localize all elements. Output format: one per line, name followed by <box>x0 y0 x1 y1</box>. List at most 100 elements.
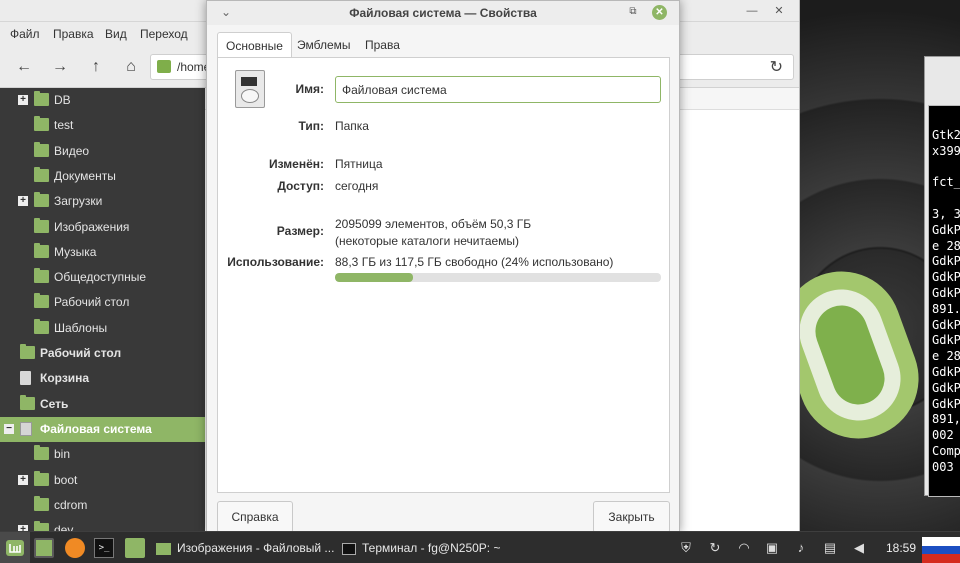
menu-file[interactable]: Файл <box>10 27 40 41</box>
sidebar-item[interactable]: Видео <box>0 139 205 164</box>
close-icon[interactable]: ✕ <box>772 4 786 18</box>
clipboard-icon[interactable]: ▤ <box>821 539 839 557</box>
help-button[interactable]: Справка <box>217 501 293 533</box>
size-label: Размер: <box>276 224 324 238</box>
sidebar-item[interactable]: Музыка <box>0 240 205 265</box>
sidebar-item[interactable]: Сеть <box>0 392 205 417</box>
files-launcher-icon[interactable] <box>125 538 145 558</box>
sidebar-item[interactable]: test <box>0 113 205 138</box>
reload-icon[interactable]: ↻ <box>770 57 783 77</box>
folder-icon <box>20 344 35 359</box>
dialog-titlebar[interactable]: ⌄ Файловая система — Свойства ⧉ ✕ <box>207 1 679 25</box>
sidebar-item-label: Загрузки <box>54 194 103 209</box>
type-value: Папка <box>335 119 369 133</box>
notifications-icon[interactable]: ♪ <box>792 539 810 557</box>
task-file-manager-label: Изображения - Файловый ... <box>177 541 335 555</box>
folder-icon <box>34 495 49 511</box>
back-icon[interactable]: ← <box>13 56 35 78</box>
up-icon[interactable]: ↑ <box>85 56 107 78</box>
sidebar-item[interactable]: + dev <box>0 518 205 531</box>
size-note: (некоторые каталоги нечитаемы) <box>335 234 520 248</box>
tab-basic[interactable]: Основные <box>217 32 292 58</box>
sidebar-item-label: Рабочий стол <box>40 346 122 360</box>
task-file-manager[interactable]: Изображения - Файловый ... <box>152 536 337 560</box>
mint-menu-icon <box>6 540 24 556</box>
display-icon[interactable]: ▣ <box>763 539 781 557</box>
terminal-line: 891, <box>932 412 960 427</box>
forward-icon[interactable]: → <box>49 56 71 78</box>
firefox-icon[interactable] <box>65 538 85 558</box>
sidebar-item[interactable]: Рабочий стол <box>0 341 205 366</box>
usage-value: 88,3 ГБ из 117,5 ГБ свободно (24% исполь… <box>335 255 614 269</box>
terminal-line: GdkP <box>932 270 960 285</box>
terminal-line: Comp <box>932 444 960 458</box>
keyboard-layout-flag-icon[interactable] <box>922 537 960 563</box>
terminal-line: Gtk2 <box>932 128 960 142</box>
folder-icon <box>34 445 49 461</box>
task-terminal[interactable]: Терминал - fg@N250P: ~ <box>340 536 505 560</box>
sidebar-item-label: Рабочий стол <box>54 295 130 310</box>
terminal-line: 3, 3 <box>932 207 960 221</box>
menu-edit[interactable]: Правка <box>53 27 94 41</box>
terminal-launcher-icon[interactable]: >_ <box>94 538 114 558</box>
terminal-line: GdkP <box>932 396 960 411</box>
sidebar-item[interactable]: Шаблоны <box>0 316 205 341</box>
terminal-output[interactable]: Gtk2 x399 fct_ 3, 3 GdkP e 28 GdkP GdkP GdkP 891.… <box>928 105 960 497</box>
menu-go[interactable]: Переход <box>140 27 188 41</box>
sidebar-item-label: test <box>54 118 74 133</box>
sidebar-item[interactable]: + boot <box>0 468 205 493</box>
clock[interactable]: 18:59 <box>886 541 916 555</box>
update-icon[interactable]: ↻ <box>706 539 724 557</box>
name-field[interactable] <box>335 76 661 103</box>
sidebar-item[interactable]: bin <box>0 442 205 467</box>
sidebar-item-label: DB <box>54 93 71 107</box>
folder-icon <box>34 217 49 233</box>
show-desktop-icon[interactable] <box>34 538 54 558</box>
tab-permissions[interactable]: Права <box>357 32 408 58</box>
sidebar-item[interactable]: + DB <box>0 88 205 113</box>
minimize-icon[interactable]: — <box>745 4 759 18</box>
folder-icon <box>34 318 49 334</box>
menu-view[interactable]: Вид <box>105 27 127 41</box>
sidebar-item[interactable]: cdrom <box>0 493 205 518</box>
terminal-window[interactable]: Gtk2 x399 fct_ 3, 3 GdkP e 28 GdkP GdkP GdkP 891.… <box>924 56 960 497</box>
menu-button[interactable] <box>0 532 30 563</box>
sidebar-item-label: Корзина <box>40 371 90 386</box>
close-button[interactable]: Закрыть <box>593 501 670 533</box>
volume-icon[interactable]: ◀ <box>850 539 868 557</box>
wifi-icon[interactable]: ◠ <box>735 539 753 557</box>
sidebar-item-label: Музыка <box>54 244 97 259</box>
size-value: 2095099 элементов, объём 50,3 ГБ <box>335 217 532 231</box>
terminal-line: e 28 <box>932 349 960 364</box>
sidebar-item[interactable]: − Файловая система <box>0 416 205 442</box>
expander-icon[interactable]: − <box>4 423 14 434</box>
shield-icon[interactable]: ⛨ <box>677 539 695 557</box>
terminal-line: GdkP <box>932 254 960 269</box>
terminal-line: GdkP <box>932 317 960 332</box>
expander-icon[interactable]: + <box>18 196 28 207</box>
expander-icon[interactable]: + <box>18 474 28 485</box>
terminal-line: 002 <box>932 428 954 443</box>
sidebar-item[interactable]: Корзина <box>0 366 205 391</box>
home-icon[interactable]: ⌂ <box>120 56 142 78</box>
trash-icon <box>20 371 31 386</box>
sidebar-item-label: Файловая система <box>40 421 152 436</box>
folder-icon <box>34 521 49 531</box>
taskbar: >_ Изображения - Файловый ... Терминал -… <box>0 531 960 563</box>
sidebar-item[interactable]: Общедоступные <box>0 265 205 290</box>
folder-icon <box>156 542 171 555</box>
sidebar-item[interactable]: + Загрузки <box>0 189 205 214</box>
name-label: Имя: <box>295 82 325 96</box>
terminal-line: GdkP <box>932 222 960 237</box>
restore-icon[interactable]: ⧉ <box>627 6 639 18</box>
sidebar-item[interactable]: Изображения <box>0 215 205 240</box>
close-icon[interactable]: ✕ <box>652 5 667 20</box>
folder-icon <box>34 470 49 486</box>
sidebar-item-label: dev <box>54 523 74 531</box>
sidebar-item[interactable]: Рабочий стол <box>0 290 205 315</box>
expander-icon[interactable]: + <box>18 95 28 105</box>
tab-emblems[interactable]: Эмблемы <box>289 32 359 58</box>
sidebar-item[interactable]: Документы <box>0 164 205 189</box>
folder-icon <box>34 91 49 106</box>
modified-value: Пятница <box>335 157 383 171</box>
